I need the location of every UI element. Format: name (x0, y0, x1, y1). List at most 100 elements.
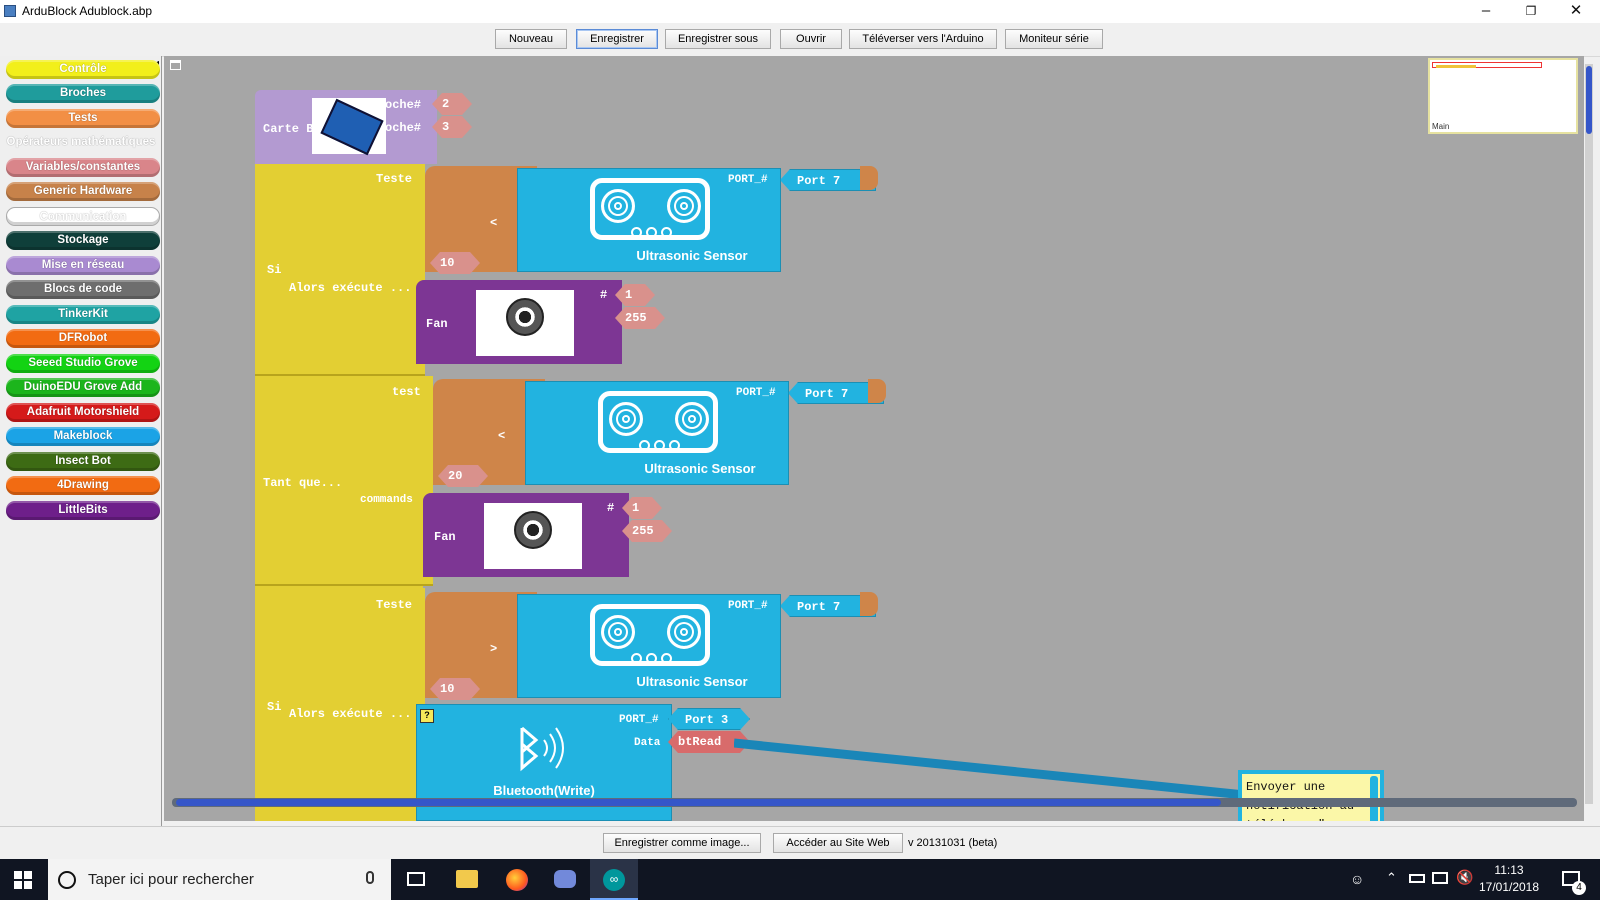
microphone-icon[interactable] (366, 871, 374, 884)
compare-op-3: > (490, 642, 498, 656)
bluetooth-name: Bluetooth(Write) (493, 783, 595, 798)
fan-speed-1[interactable]: 255 (615, 307, 665, 329)
bt-port-label: PORT_# (619, 714, 659, 726)
bt-data-label: Data (634, 737, 661, 749)
new-button[interactable]: Nouveau (495, 29, 567, 49)
compare-value-2[interactable]: 20 (438, 465, 488, 487)
minimap[interactable]: Main (1428, 58, 1578, 134)
fan-image-icon (484, 503, 582, 569)
version-label: v 20131031 (beta) (908, 837, 998, 849)
palette-category[interactable]: Insect Bot (6, 452, 160, 471)
fan-speed-2[interactable]: 255 (622, 520, 672, 542)
close-button[interactable]: ✕ (1553, 0, 1599, 23)
windows-start-icon[interactable] (14, 871, 32, 889)
palette-category[interactable]: Communication (6, 207, 160, 226)
discord-icon[interactable] (554, 870, 576, 888)
if-label-1: Si (267, 263, 282, 277)
compare-value-1[interactable]: 10 (430, 252, 480, 274)
compare-op-1: < (490, 216, 498, 230)
board-pin-label-1: oche# (385, 98, 422, 112)
bottom-bar: Enregistrer comme image... Accéder au Si… (0, 826, 1600, 860)
ultrasonic-icon (590, 604, 710, 666)
board-pin-1[interactable]: 2 (432, 93, 472, 115)
palette-category[interactable]: Mise en réseau (6, 256, 160, 275)
palette-category[interactable]: LittleBits (6, 501, 160, 520)
minimize-button[interactable]: – (1463, 0, 1509, 23)
volume-muted-icon[interactable]: 🔇 (1456, 869, 1473, 886)
app-icon (4, 5, 16, 17)
palette-category[interactable]: Generic Hardware (6, 182, 160, 201)
fan-image-icon (476, 290, 574, 356)
window-toggle-icon[interactable] (170, 60, 181, 70)
then-label-1: Alors exécute ... (289, 281, 412, 295)
palette-category[interactable]: Tests (6, 109, 160, 128)
block-palette: ◂ ContrôleBrochesTestsOpérateurs mathéma… (0, 56, 162, 826)
palette-category[interactable]: Contrôle (6, 60, 160, 79)
show-hidden-icon[interactable]: ⌃ (1386, 870, 1397, 886)
palette-category[interactable]: DuinoEDU Grove Add (6, 378, 160, 397)
bt-port-value[interactable]: Port 3 (668, 708, 750, 730)
search-placeholder: Taper ici pour rechercher (88, 871, 254, 888)
clock-date[interactable]: 17/01/2018 (1478, 880, 1540, 894)
palette-category[interactable]: Stockage (6, 231, 160, 250)
workspace-canvas[interactable]: Carte BLE oche# oche# 2 3 Si Teste Alors… (164, 56, 1584, 821)
palette-category[interactable]: TinkerKit (6, 305, 160, 324)
horizontal-scroll-thumb[interactable] (176, 799, 1221, 806)
palette-category[interactable]: 4Drawing (6, 476, 160, 495)
palette-category[interactable]: Broches (6, 84, 160, 103)
minimap-label: Main (1432, 122, 1450, 131)
palette-category[interactable]: Blocs de code (6, 280, 160, 299)
fan-label-1: Fan (426, 317, 448, 331)
comment-box[interactable]: Envoyer une notification au téléphone "o… (1238, 770, 1384, 821)
bluetooth-icon (520, 726, 564, 772)
file-explorer-icon[interactable] (456, 870, 478, 888)
clock-time[interactable]: 11:13 (1478, 863, 1540, 877)
save-image-button[interactable]: Enregistrer comme image... (603, 833, 761, 853)
maximize-button[interactable]: ❐ (1508, 0, 1554, 23)
board-image (312, 98, 386, 156)
then-label-2: commands (360, 494, 413, 506)
window-title: ArduBlock Adublock.abp (22, 4, 153, 18)
arduino-task-button[interactable]: ∞ (590, 859, 638, 900)
test-label-1: Teste (376, 172, 413, 186)
sensor-name-2: Ultrasonic Sensor (644, 461, 756, 476)
port-label-3: PORT_# (728, 600, 768, 612)
ultrasonic-icon (590, 178, 710, 240)
compare-value-3[interactable]: 10 (430, 678, 480, 700)
connector-1 (860, 166, 878, 190)
fan-label-2: Fan (434, 530, 456, 544)
palette-category[interactable]: Seeed Studio Grove (6, 354, 160, 373)
sensor-name-1: Ultrasonic Sensor (636, 248, 748, 263)
taskbar: Taper ici pour rechercher ∞ ☺ ⌃ 🔇 11:13 … (0, 859, 1600, 900)
vertical-scrollbar[interactable] (1585, 64, 1593, 804)
network-icon[interactable] (1432, 872, 1448, 884)
vertical-scroll-thumb[interactable] (1586, 66, 1592, 134)
serial-monitor-button[interactable]: Moniteur série (1005, 29, 1103, 49)
firefox-icon[interactable] (506, 869, 528, 891)
palette-category[interactable]: DFRobot (6, 329, 160, 348)
while-label: Tant que... (263, 476, 343, 490)
people-icon[interactable]: ☺ (1350, 871, 1364, 887)
taskbar-search[interactable]: Taper ici pour rechercher (48, 859, 391, 900)
palette-category[interactable]: Variables/constantes (6, 158, 160, 177)
save-button[interactable]: Enregistrer (576, 29, 658, 49)
upload-button[interactable]: Téléverser vers l'Arduino (849, 29, 997, 49)
compare-op-2: < (498, 429, 506, 443)
palette-category[interactable]: Opérateurs mathématiques (0, 133, 162, 152)
open-button[interactable]: Ouvrir (780, 29, 842, 49)
test-label-2: test (392, 385, 421, 399)
palette-category[interactable]: Adafruit Motorshield (6, 403, 160, 422)
help-icon[interactable]: ? (420, 709, 434, 723)
palette-category[interactable]: Makeblock (6, 427, 160, 446)
board-pin-2[interactable]: 3 (432, 116, 472, 138)
port-label-1: PORT_# (728, 174, 768, 186)
connector-2 (868, 379, 886, 403)
task-view-icon[interactable] (407, 872, 425, 886)
website-button[interactable]: Accéder au Site Web (773, 833, 903, 853)
board-pin-label-2: oche# (385, 121, 422, 135)
toolbar: Nouveau Enregistrer Enregistrer sous Ouv… (0, 23, 1600, 57)
port-label-2: PORT_# (736, 387, 776, 399)
notification-count: 4 (1572, 881, 1586, 895)
battery-icon[interactable] (1409, 874, 1425, 883)
save-as-button[interactable]: Enregistrer sous (665, 29, 771, 49)
